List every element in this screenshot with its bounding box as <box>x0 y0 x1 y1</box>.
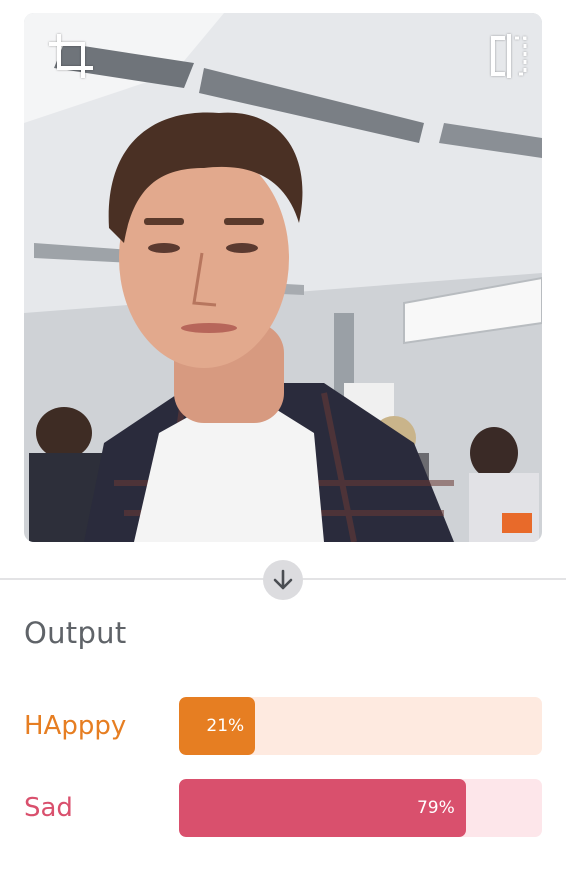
confidence-track: 21% <box>179 697 542 755</box>
confidence-percent: 21% <box>206 716 245 736</box>
confidence-bar: 79% <box>179 779 466 837</box>
arrow-down-icon <box>273 569 293 590</box>
output-title: Output <box>24 616 127 650</box>
confidence-bar: 21% <box>179 697 256 755</box>
webcam-preview <box>24 13 542 542</box>
confidence-track: 79% <box>179 779 542 837</box>
flip-horizontal-icon <box>491 34 527 78</box>
class-label: HApppy <box>24 711 127 741</box>
class-result-row: HApppy 21% <box>0 697 566 755</box>
crop-button[interactable] <box>44 29 98 83</box>
confidence-percent: 79% <box>416 798 455 818</box>
arrow-down-badge <box>263 560 303 600</box>
class-result-row: Sad 79% <box>0 779 566 837</box>
model-preview-panel: Output HApppy 21% Sad 79% <box>0 0 566 872</box>
flip-button[interactable] <box>482 29 536 83</box>
class-label: Sad <box>24 793 73 823</box>
webcam-image <box>24 13 542 542</box>
crop-icon <box>49 34 93 78</box>
